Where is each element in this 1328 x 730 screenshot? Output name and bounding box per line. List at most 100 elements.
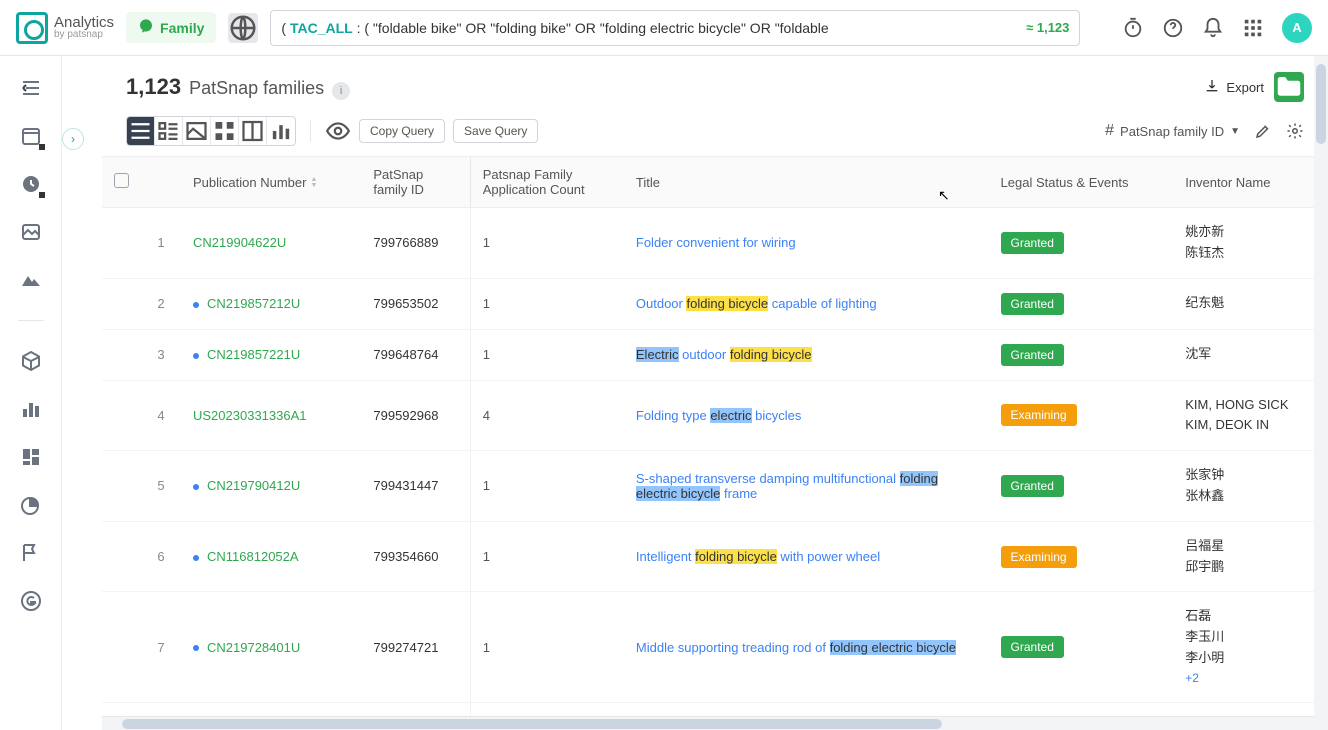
view-chart-icon[interactable] bbox=[267, 117, 295, 145]
col-publication[interactable]: Publication Number▲▼ bbox=[181, 157, 361, 208]
search-box[interactable]: ( TAC_ALL : ( "foldable bike" OR "foldin… bbox=[270, 10, 1080, 46]
search-count: ≈ 1,123 bbox=[1026, 20, 1069, 35]
table-row[interactable]: 3CN219857221U7996487641Electric outdoor … bbox=[102, 329, 1328, 380]
family-id: 799592968 bbox=[361, 380, 470, 451]
apps-icon[interactable] bbox=[1242, 17, 1264, 39]
hash-icon: # bbox=[1105, 122, 1114, 140]
nav-pie-icon[interactable] bbox=[19, 493, 43, 517]
brand-line1: Analytics bbox=[54, 15, 114, 30]
bell-icon[interactable] bbox=[1202, 17, 1224, 39]
row-index: 1 bbox=[141, 208, 181, 279]
status-badge: Granted bbox=[1001, 232, 1064, 254]
sort-label: PatSnap family ID bbox=[1120, 124, 1224, 139]
copy-query-button[interactable]: Copy Query bbox=[359, 119, 445, 143]
sort-select[interactable]: # PatSnap family ID ▼ bbox=[1105, 122, 1240, 140]
col-family-id[interactable]: PatSnapfamily ID bbox=[361, 157, 470, 208]
table-row[interactable]: 5CN219790412U7994314471S-shaped transver… bbox=[102, 451, 1328, 522]
table-row[interactable]: 4US20230331336A17995929684Folding type e… bbox=[102, 380, 1328, 451]
app-count: 4 bbox=[470, 380, 624, 451]
folder-button[interactable] bbox=[1274, 72, 1304, 102]
v-scrollbar[interactable] bbox=[1314, 56, 1328, 730]
patent-title[interactable]: Middle supporting treading rod of foldin… bbox=[624, 592, 989, 703]
help-icon[interactable] bbox=[1162, 17, 1184, 39]
toolbar: Copy Query Save Query # PatSnap family I… bbox=[102, 110, 1328, 157]
table-row[interactable]: 7CN219728401U7992747211Middle supporting… bbox=[102, 592, 1328, 703]
export-button[interactable]: Export bbox=[1204, 78, 1264, 97]
avatar[interactable]: A bbox=[1282, 13, 1312, 43]
legal-status: Examining bbox=[989, 521, 1174, 592]
patent-title[interactable]: Intelligent folding bicycle with power w… bbox=[624, 521, 989, 592]
family-id: 799653502 bbox=[361, 278, 470, 329]
nav-filter-icon[interactable] bbox=[19, 76, 43, 100]
col-status[interactable]: Legal Status & Events bbox=[989, 157, 1174, 208]
table-row[interactable]: 6CN116812052A7993546601Intelligent foldi… bbox=[102, 521, 1328, 592]
patent-title[interactable]: Folder convenient for wiring bbox=[624, 208, 989, 279]
results-count: 1,123 bbox=[126, 74, 181, 100]
visibility-icon[interactable] bbox=[325, 118, 351, 144]
publication-number[interactable]: CN116812052A bbox=[181, 521, 361, 592]
logo-text: Analytics by patsnap bbox=[54, 15, 114, 40]
view-buttons bbox=[126, 116, 296, 146]
table-wrap[interactable]: Publication Number▲▼ PatSnapfamily ID Pa… bbox=[102, 157, 1328, 716]
table-row[interactable]: 2CN219857212U7996535021Outdoor folding b… bbox=[102, 278, 1328, 329]
col-inventor[interactable]: Inventor Name bbox=[1173, 157, 1328, 208]
patent-title[interactable]: Electric folding bicycle bbox=[624, 702, 989, 716]
collapse-handle[interactable]: › bbox=[62, 128, 84, 150]
nav-flag-icon[interactable] bbox=[19, 541, 43, 565]
nav-bars-icon[interactable] bbox=[19, 397, 43, 421]
left-nav bbox=[0, 56, 62, 730]
nav-clock-icon[interactable] bbox=[19, 172, 43, 196]
view-grid-icon[interactable] bbox=[211, 117, 239, 145]
nav-g-icon[interactable] bbox=[19, 589, 43, 613]
publication-number[interactable]: CN219728441U bbox=[181, 702, 361, 716]
col-title[interactable]: Title bbox=[624, 157, 989, 208]
globe-icon[interactable] bbox=[228, 13, 258, 43]
view-list-icon[interactable] bbox=[127, 117, 155, 145]
patent-title[interactable]: Folding type electric bicycles bbox=[624, 380, 989, 451]
publication-number[interactable]: CN219904622U bbox=[181, 208, 361, 279]
search-query: ( TAC_ALL : ( "foldable bike" OR "foldin… bbox=[281, 20, 1020, 36]
search-colon: : ( bbox=[357, 20, 369, 36]
checkbox-all[interactable] bbox=[114, 173, 129, 188]
family-id: 799274721 bbox=[361, 592, 470, 703]
row-index: 7 bbox=[141, 592, 181, 703]
view-image-icon[interactable] bbox=[183, 117, 211, 145]
patent-title[interactable]: Electric outdoor folding bicycle bbox=[624, 329, 989, 380]
col-publication-label: Publication Number bbox=[193, 175, 306, 190]
publication-number[interactable]: CN219728401U bbox=[181, 592, 361, 703]
publication-number[interactable]: CN219857212U bbox=[181, 278, 361, 329]
patent-title[interactable]: Outdoor folding bicycle capable of light… bbox=[624, 278, 989, 329]
col-app-count[interactable]: Patsnap FamilyApplication Count bbox=[470, 157, 624, 208]
status-dot-icon bbox=[193, 645, 199, 651]
view-split-icon[interactable] bbox=[239, 117, 267, 145]
table-row[interactable]: 1CN219904622U7997668891Folder convenient… bbox=[102, 208, 1328, 279]
info-icon[interactable]: i bbox=[332, 82, 350, 100]
highlight-icon[interactable] bbox=[1254, 122, 1272, 140]
inventor-names: 姚亦新陈钰杰 bbox=[1173, 208, 1328, 279]
search-text: "foldable bike" OR "folding bike" OR "fo… bbox=[373, 20, 829, 36]
results-header: 1,123 PatSnap families i Export bbox=[102, 56, 1328, 110]
v-scroll-thumb[interactable] bbox=[1316, 64, 1326, 144]
gear-icon[interactable] bbox=[1286, 122, 1304, 140]
h-scrollbar[interactable] bbox=[102, 716, 1328, 730]
patent-title[interactable]: S-shaped transverse damping multifunctio… bbox=[624, 451, 989, 522]
view-detail-icon[interactable] bbox=[155, 117, 183, 145]
separator bbox=[310, 120, 311, 142]
publication-number[interactable]: CN219790412U bbox=[181, 451, 361, 522]
inventor-more[interactable]: +2 bbox=[1185, 669, 1316, 688]
h-scroll-thumb[interactable] bbox=[122, 719, 942, 729]
nav-image-icon[interactable] bbox=[19, 220, 43, 244]
publication-number[interactable]: US20230331336A1 bbox=[181, 380, 361, 451]
save-query-button[interactable]: Save Query bbox=[453, 119, 538, 143]
family-pill[interactable]: Family bbox=[126, 12, 216, 43]
nav-cube-icon[interactable] bbox=[19, 349, 43, 373]
publication-number[interactable]: CN219857221U bbox=[181, 329, 361, 380]
nav-mountain-icon[interactable] bbox=[19, 268, 43, 292]
nav-blocks-icon[interactable] bbox=[19, 445, 43, 469]
inventor-names: 吕福星邱宇鹏 bbox=[1173, 521, 1328, 592]
logo[interactable]: Analytics by patsnap bbox=[16, 12, 114, 44]
table-row[interactable]: 8CN219728441U7992626801Electric folding … bbox=[102, 702, 1328, 716]
logo-icon bbox=[16, 12, 48, 44]
stopwatch-icon[interactable] bbox=[1122, 17, 1144, 39]
nav-calendar-icon[interactable] bbox=[19, 124, 43, 148]
